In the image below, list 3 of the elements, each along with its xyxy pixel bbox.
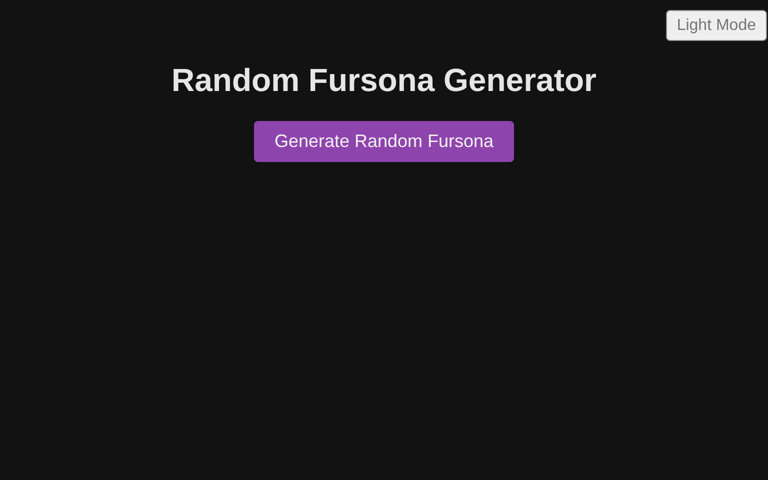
generate-button[interactable]: Generate Random Fursona	[254, 121, 514, 162]
page-title: Random Fursona Generator	[172, 62, 596, 99]
light-mode-button[interactable]: Light Mode	[666, 10, 767, 41]
